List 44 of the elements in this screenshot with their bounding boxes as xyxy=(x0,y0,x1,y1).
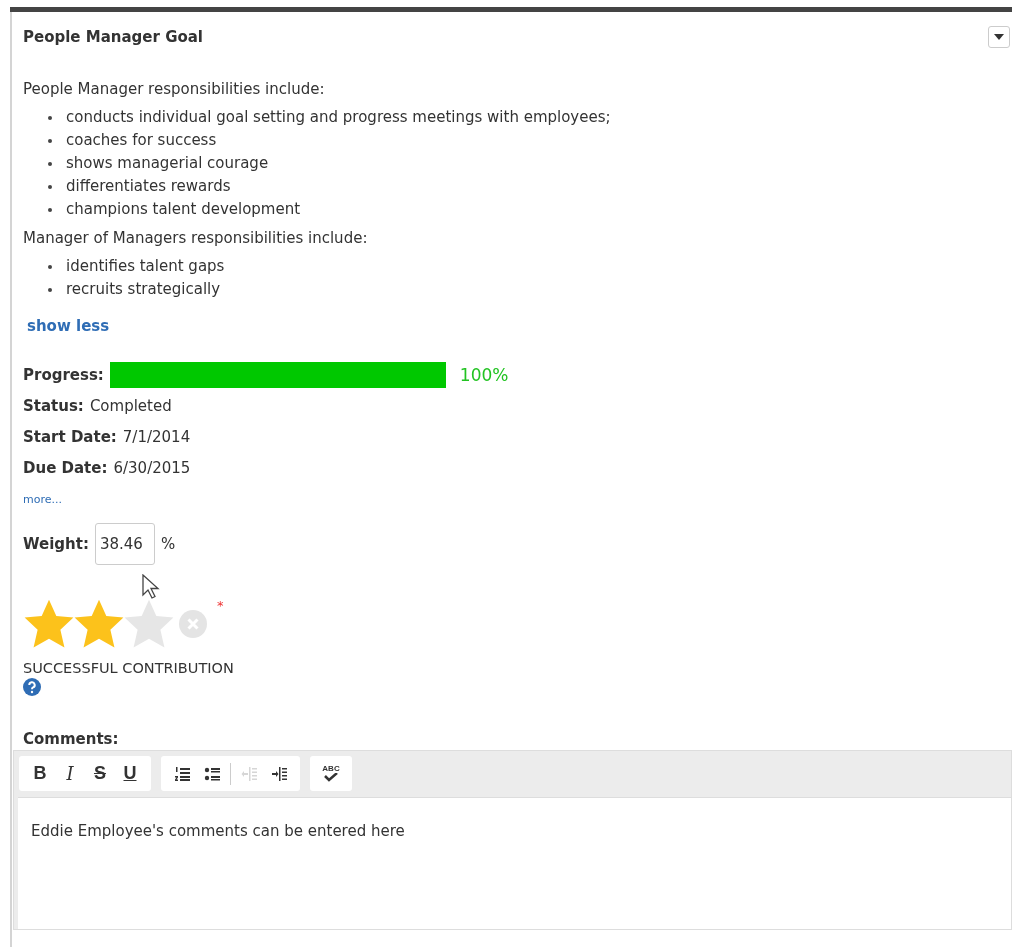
list-item: champions talent development xyxy=(66,199,301,220)
italic-button[interactable]: I xyxy=(55,758,85,789)
comments-label: Comments: xyxy=(23,730,120,748)
progress-label: Progress: xyxy=(23,365,104,384)
field-value: 7/1/2014 xyxy=(122,427,191,446)
list-item: recruits strategically xyxy=(66,279,221,300)
pointer-icon xyxy=(141,574,161,600)
required-mark: * xyxy=(217,598,224,613)
field-value: Completed xyxy=(89,396,172,415)
spell-button[interactable]: ABC xyxy=(316,758,346,789)
goal-title: People Manager Goal xyxy=(23,28,203,46)
list-item: conducts individual goal setting and progress meetings with employees; xyxy=(66,107,611,128)
more-link[interactable]: more... xyxy=(23,493,1012,506)
description-text: People Manager responsibilities include: xyxy=(23,80,326,98)
weight-label: Weight: xyxy=(23,535,89,553)
weight-unit: % xyxy=(160,535,176,553)
description-text: Manager of Managers responsibilities include: xyxy=(23,229,369,247)
indent-icon xyxy=(271,765,287,782)
field-label: Due Date: xyxy=(23,458,108,477)
field-label: Start Date: xyxy=(23,427,117,446)
star-rating[interactable]: * xyxy=(23,598,224,650)
rating-label: SUCCESSFUL CONTRIBUTION xyxy=(23,660,235,676)
show-less-link[interactable]: show less xyxy=(27,317,110,335)
bullet-list-icon xyxy=(204,765,220,782)
outdent-icon xyxy=(241,765,257,782)
strike-button[interactable]: S xyxy=(85,758,115,789)
list-item: coaches for success xyxy=(66,130,217,151)
list-item: shows managerial courage xyxy=(66,153,269,174)
comments-field[interactable]: Eddie Employee's comments can be entered here xyxy=(18,797,1011,929)
star-icon[interactable] xyxy=(23,598,75,650)
dropdown-button[interactable] xyxy=(988,26,1010,48)
list-item: differentiates rewards xyxy=(66,176,231,197)
bold-button[interactable]: B xyxy=(25,758,55,789)
underline-button[interactable]: U xyxy=(115,758,145,789)
numbered-list-icon xyxy=(174,765,190,782)
weight-field[interactable]: 38.46 xyxy=(94,523,155,565)
star-icon[interactable] xyxy=(123,598,175,650)
star-icon[interactable] xyxy=(73,598,125,650)
list-item: identifies talent gaps xyxy=(66,256,225,277)
field-label: Status: xyxy=(23,396,84,415)
progress-reading: 100% xyxy=(459,364,509,385)
help-icon[interactable] xyxy=(23,678,41,696)
caret-icon xyxy=(994,34,1004,40)
field-value: 6/30/2015 xyxy=(113,458,191,477)
